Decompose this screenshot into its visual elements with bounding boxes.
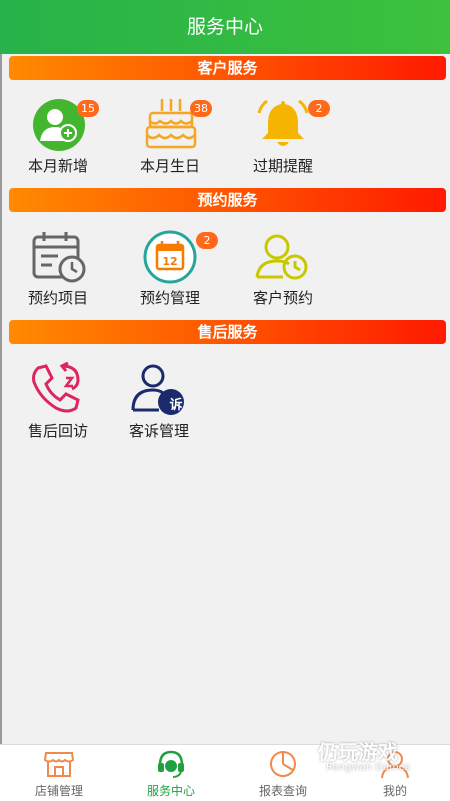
section-header-appointment-service: 预约服务 xyxy=(9,188,446,212)
section-header-customer-service: 客户服务 xyxy=(9,56,446,80)
appointment-projects[interactable]: 预约项目 xyxy=(3,229,113,309)
left-edge-divider xyxy=(0,54,2,744)
tab-label: 我的 xyxy=(382,784,407,798)
page-title-bar: 服务中心 xyxy=(0,0,450,54)
customer-appointments[interactable]: 客户预约 xyxy=(228,229,338,309)
tab-store-management[interactable]: 店铺管理 xyxy=(3,745,115,801)
count-badge: 38 xyxy=(190,100,212,117)
complaint-management[interactable]: 诉 客诉管理 xyxy=(104,362,214,442)
appointment-management[interactable]: 12 2 预约管理 xyxy=(115,229,225,309)
item-label: 客户预约 xyxy=(252,289,313,307)
user-clock-icon xyxy=(253,229,313,285)
item-label: 售后回访 xyxy=(27,422,88,440)
store-icon xyxy=(43,749,75,779)
report-icon xyxy=(267,749,299,779)
count-badge: 2 xyxy=(196,232,218,249)
complaint-glyph: 诉 xyxy=(169,398,183,413)
tab-label: 报表查询 xyxy=(258,784,307,798)
item-label: 过期提醒 xyxy=(252,157,313,175)
section-header-after-sales-service: 售后服务 xyxy=(9,320,446,344)
page-title: 服务中心 xyxy=(186,16,263,38)
callback-phone-icon xyxy=(28,361,88,418)
customer-new-this-month[interactable]: 15 本月新增 xyxy=(3,97,113,177)
customer-expiry-reminder[interactable]: 2 过期提醒 xyxy=(228,97,338,177)
calendar-clock-icon xyxy=(28,229,88,285)
item-label: 预约管理 xyxy=(139,289,200,307)
item-label: 预约项目 xyxy=(27,289,88,307)
tab-label: 服务中心 xyxy=(146,784,195,798)
tab-label: 店铺管理 xyxy=(34,784,83,798)
item-label: 本月新增 xyxy=(27,157,88,175)
count-badge: 2 xyxy=(308,100,330,117)
item-label: 本月生日 xyxy=(139,157,200,175)
watermark-subtext: Rengwan Games xyxy=(326,762,411,773)
item-label: 客诉管理 xyxy=(128,422,189,440)
after-sales-callback[interactable]: 售后回访 xyxy=(3,361,113,442)
watermark-logo-text: 仍玩游戏 xyxy=(318,740,398,764)
bell-icon xyxy=(253,97,313,153)
headset-icon xyxy=(155,749,187,779)
calendar-day-number: 12 xyxy=(162,255,178,268)
count-badge: 15 xyxy=(77,100,99,117)
customer-birthday-this-month[interactable]: 38 本月生日 xyxy=(115,97,225,177)
tab-service-center[interactable]: 服务中心 xyxy=(115,745,227,801)
